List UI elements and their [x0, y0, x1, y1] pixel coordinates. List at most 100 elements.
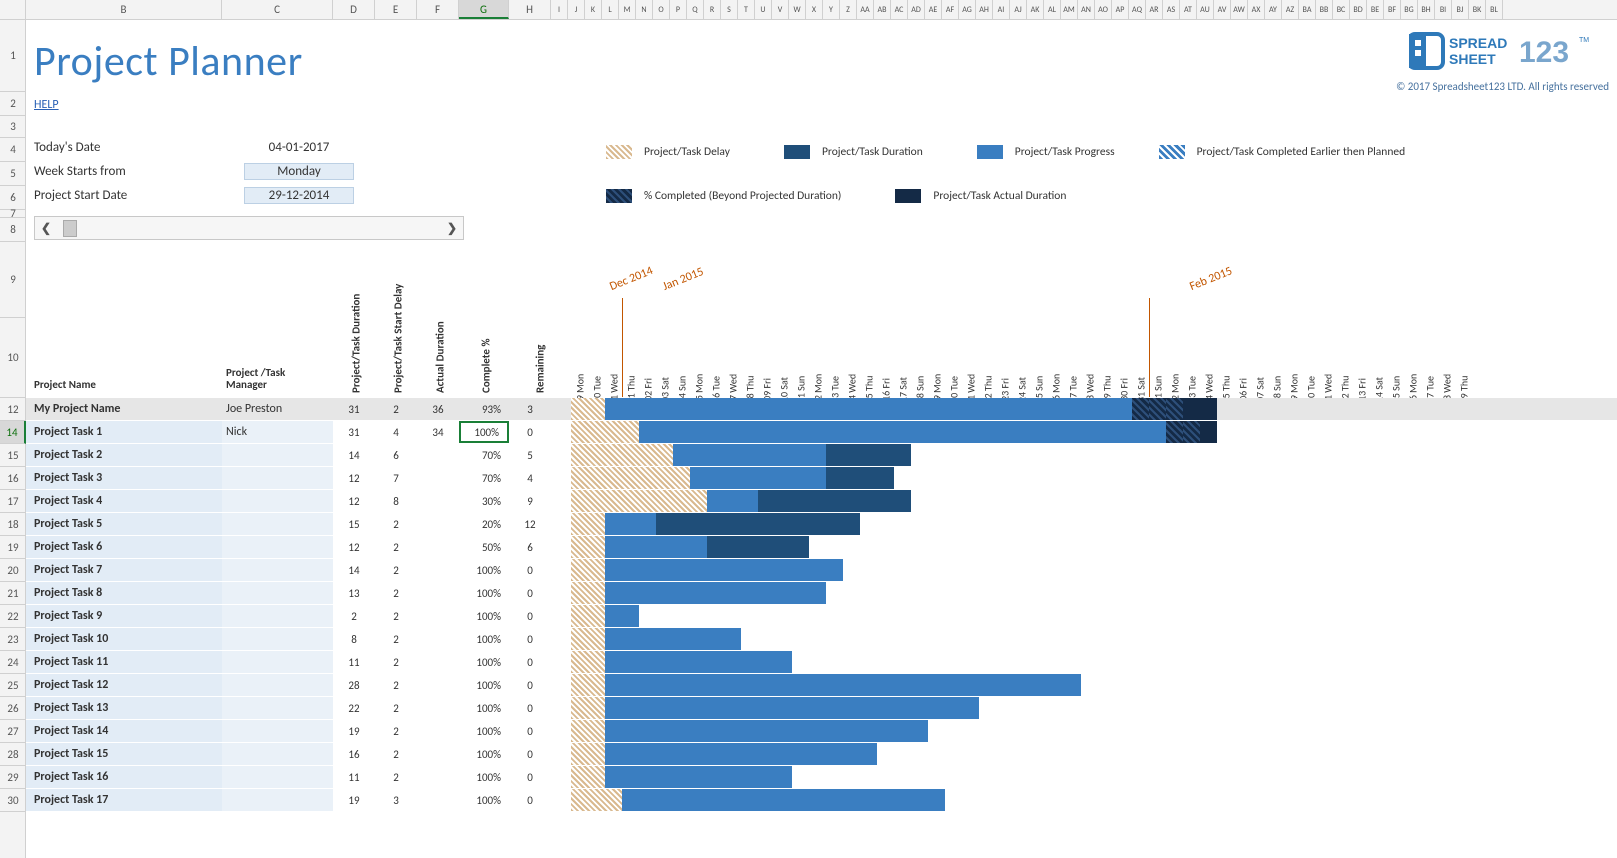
week-value[interactable]: Monday [244, 163, 354, 180]
col-header-BF[interactable]: BF [1384, 0, 1401, 19]
cell-duration[interactable]: 11 [333, 651, 375, 673]
cell-remaining[interactable]: 9 [509, 490, 551, 512]
cell-duration[interactable]: 11 [333, 766, 375, 788]
cell-manager[interactable] [222, 720, 333, 742]
row-header-8[interactable]: 8 [0, 218, 26, 242]
cell-actual-duration[interactable] [417, 467, 459, 489]
col-header-AB[interactable]: AB [874, 0, 891, 19]
cell-actual-duration[interactable] [417, 766, 459, 788]
cell-duration[interactable]: 19 [333, 789, 375, 811]
col-header-AS[interactable]: AS [1163, 0, 1180, 19]
row-header-21[interactable]: 21 [0, 582, 26, 605]
table-row[interactable]: Project Task 13222100%0 [26, 697, 1617, 720]
row-header-14[interactable]: 14 [0, 421, 26, 444]
cell-complete[interactable]: 93% [459, 398, 509, 420]
select-all-corner[interactable] [0, 0, 26, 19]
row-header-27[interactable]: 27 [0, 720, 26, 743]
cell-duration[interactable]: 15 [333, 513, 375, 535]
cell-actual-duration[interactable] [417, 582, 459, 604]
cell-remaining[interactable]: 0 [509, 421, 551, 443]
cell-manager[interactable] [222, 444, 333, 466]
col-header-AZ[interactable]: AZ [1282, 0, 1299, 19]
cell-delay[interactable]: 4 [375, 421, 417, 443]
col-header-BG[interactable]: BG [1401, 0, 1418, 19]
col-header-BB[interactable]: BB [1316, 0, 1333, 19]
col-header-AI[interactable]: AI [993, 0, 1010, 19]
col-header-BD[interactable]: BD [1350, 0, 1367, 19]
col-header-AU[interactable]: AU [1197, 0, 1214, 19]
table-row[interactable]: Project Task 412830%9 [26, 490, 1617, 513]
col-header-X[interactable]: X [806, 0, 823, 19]
table-row[interactable]: Project Task 1Nick31434100%0 [26, 421, 1617, 444]
col-header-AT[interactable]: AT [1180, 0, 1197, 19]
cell-actual-duration[interactable] [417, 720, 459, 742]
table-row[interactable]: Project Task 922100%0 [26, 605, 1617, 628]
cell-remaining[interactable]: 0 [509, 743, 551, 765]
col-header-AF[interactable]: AF [942, 0, 959, 19]
row-header-4[interactable]: 4 [0, 138, 26, 162]
cell-manager[interactable] [222, 628, 333, 650]
cell-remaining[interactable]: 0 [509, 582, 551, 604]
cell-manager[interactable] [222, 467, 333, 489]
cell-remaining[interactable]: 0 [509, 628, 551, 650]
table-row[interactable]: Project Task 214670%5 [26, 444, 1617, 467]
cell-duration[interactable]: 12 [333, 536, 375, 558]
cell-complete[interactable]: 100% [459, 789, 509, 811]
cell-duration[interactable]: 28 [333, 674, 375, 696]
cell-manager[interactable] [222, 582, 333, 604]
cell-complete[interactable]: 50% [459, 536, 509, 558]
cell-delay[interactable]: 2 [375, 559, 417, 581]
table-row[interactable]: Project Task 15162100%0 [26, 743, 1617, 766]
cell-manager[interactable] [222, 559, 333, 581]
col-header-G[interactable]: G [459, 0, 509, 19]
cell-delay[interactable]: 8 [375, 490, 417, 512]
cell-name[interactable]: Project Task 10 [26, 628, 222, 650]
col-header-AK[interactable]: AK [1027, 0, 1044, 19]
col-header-AE[interactable]: AE [925, 0, 942, 19]
row-header-25[interactable]: 25 [0, 674, 26, 697]
table-row[interactable]: Project Task 7142100%0 [26, 559, 1617, 582]
cell-name[interactable]: Project Task 3 [26, 467, 222, 489]
cell-actual-duration[interactable] [417, 444, 459, 466]
cell-duration[interactable]: 2 [333, 605, 375, 627]
cell-actual-duration[interactable] [417, 605, 459, 627]
chevron-right-icon[interactable]: ❯ [447, 221, 457, 236]
cell-delay[interactable]: 2 [375, 398, 417, 420]
col-header-AN[interactable]: AN [1078, 0, 1095, 19]
row-header-16[interactable]: 16 [0, 467, 26, 490]
table-row[interactable]: Project Task 515220%12 [26, 513, 1617, 536]
cell-duration[interactable]: 12 [333, 467, 375, 489]
cell-remaining[interactable]: 3 [509, 398, 551, 420]
cell-remaining[interactable]: 12 [509, 513, 551, 535]
col-header-AJ[interactable]: AJ [1010, 0, 1027, 19]
col-header-S[interactable]: S [721, 0, 738, 19]
table-row[interactable]: Project Task 11112100%0 [26, 651, 1617, 674]
cell-complete[interactable]: 100% [459, 697, 509, 719]
cell-complete[interactable]: 30% [459, 490, 509, 512]
row-header-1[interactable]: 1 [0, 20, 26, 92]
cell-remaining[interactable]: 0 [509, 674, 551, 696]
cell-actual-duration[interactable] [417, 651, 459, 673]
col-header-T[interactable]: T [738, 0, 755, 19]
col-header-I[interactable]: I [551, 0, 568, 19]
table-row[interactable]: Project Task 612250%6 [26, 536, 1617, 559]
cell-actual-duration[interactable]: 34 [417, 421, 459, 443]
col-header-BC[interactable]: BC [1333, 0, 1350, 19]
table-row[interactable]: Project Task 17193100%0 [26, 789, 1617, 812]
cell-duration[interactable]: 31 [333, 398, 375, 420]
cell-actual-duration[interactable] [417, 536, 459, 558]
row-header-18[interactable]: 18 [0, 513, 26, 536]
cell-delay[interactable]: 2 [375, 628, 417, 650]
cell-manager[interactable] [222, 536, 333, 558]
col-header-AA[interactable]: AA [857, 0, 874, 19]
cell-delay[interactable]: 2 [375, 720, 417, 742]
col-header-E[interactable]: E [375, 0, 417, 19]
col-header-M[interactable]: M [619, 0, 636, 19]
col-header-AR[interactable]: AR [1146, 0, 1163, 19]
col-header-BH[interactable]: BH [1418, 0, 1435, 19]
cell-name[interactable]: Project Task 8 [26, 582, 222, 604]
cell-name[interactable]: Project Task 17 [26, 789, 222, 811]
col-header-AG[interactable]: AG [959, 0, 976, 19]
col-header-U[interactable]: U [755, 0, 772, 19]
cell-duration[interactable]: 14 [333, 444, 375, 466]
